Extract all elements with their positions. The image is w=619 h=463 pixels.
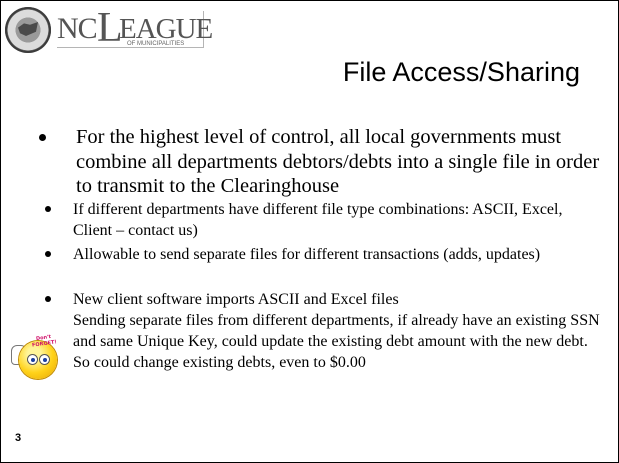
bullet-icon xyxy=(45,206,51,212)
nc-league-logo: NC L EAGUE OF MUNICIPALITIES xyxy=(5,5,213,55)
dont-forget-label: Don't FORGET! xyxy=(31,334,58,349)
slide-title: File Access/Sharing xyxy=(342,57,580,87)
bullet-level2: New client software imports ASCII and Ex… xyxy=(73,291,399,308)
bullet-level2: Allowable to send separate files for dif… xyxy=(73,246,541,263)
page-number: 3 xyxy=(15,432,22,444)
state-seal-icon xyxy=(5,7,51,53)
bullet-icon xyxy=(45,251,51,257)
logo-l: L xyxy=(97,5,123,51)
logo-nc: NC xyxy=(57,12,98,45)
logo-subtitle: OF MUNICIPALITIES xyxy=(127,41,185,47)
bullet-icon xyxy=(45,296,51,302)
bullet-level1: For the highest level of control, all lo… xyxy=(76,126,600,197)
dont-forget-icon: Don't FORGET! xyxy=(11,334,61,381)
slide: NC L EAGUE OF MUNICIPALITIES File Access… xyxy=(0,0,619,463)
bullet-icon xyxy=(39,134,46,141)
bullet-level2: Sending separate files from different de… xyxy=(73,312,600,371)
bullet-level2: If different departments have different … xyxy=(73,201,563,239)
